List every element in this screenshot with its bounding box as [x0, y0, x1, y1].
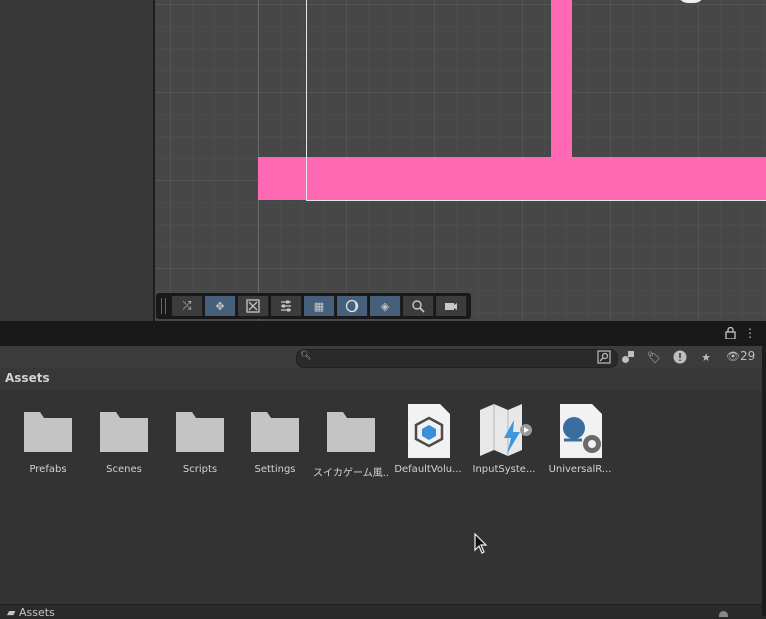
sliders-icon — [281, 300, 291, 312]
search-icon — [412, 300, 425, 313]
asset-item[interactable]: Scenes — [86, 402, 162, 482]
search-icon: 🔍︎ — [300, 351, 312, 361]
shapes-icon — [622, 351, 634, 363]
shuffle-button[interactable]: ⤮ — [172, 296, 203, 316]
scene-overlay-toolbar: ⤮ ✥ ▦ ◈ — [156, 293, 471, 319]
move-tool-button[interactable]: ✥ — [205, 296, 236, 316]
favorites-button[interactable]: ★ — [698, 349, 714, 365]
camera-icon — [445, 303, 457, 310]
filter-by-issue-button[interactable] — [672, 349, 688, 365]
lock-icon[interactable] — [725, 326, 738, 340]
moon-button[interactable] — [337, 296, 368, 316]
folder-icon — [24, 412, 72, 452]
selection-line — [306, 0, 307, 201]
hierarchy-panel — [0, 0, 153, 321]
kebab-menu-icon[interactable]: ⋮ — [744, 326, 756, 340]
breadcrumb — [0, 368, 762, 391]
breadcrumb-assets[interactable]: Assets — [5, 371, 50, 385]
asset-label: DefaultVolu... — [394, 464, 462, 475]
visible-count[interactable]: 👁︎29 — [726, 349, 755, 363]
selection-line-bottom — [306, 200, 766, 201]
asset-label: Scenes — [106, 464, 142, 475]
tag-icon: 🏷︎ — [647, 350, 661, 364]
asset-item[interactable]: Prefabs — [10, 402, 86, 482]
grid-snap-button[interactable]: ▦ — [304, 296, 335, 316]
render-pipeline-icon — [560, 404, 602, 458]
asset-label: Scripts — [182, 464, 218, 475]
scale-icon — [246, 299, 260, 313]
warning-circle-icon — [673, 350, 687, 364]
asset-item[interactable]: Settings — [237, 402, 313, 482]
search-scope-button[interactable] — [597, 349, 612, 364]
asset-label: スイカゲーム風... — [313, 468, 389, 479]
search-input[interactable] — [296, 349, 618, 368]
move-icon: ✥ — [215, 299, 225, 313]
eye-icon: 👁︎ — [726, 350, 740, 363]
mouse-cursor-icon — [474, 533, 488, 554]
asset-label: InputSyste... — [472, 464, 536, 475]
sliders-button[interactable] — [271, 296, 302, 316]
pink-bar-vertical[interactable] — [551, 0, 572, 160]
path-bar — [0, 604, 762, 617]
filter-by-label-button[interactable]: 🏷︎ — [646, 349, 662, 365]
asset-label: Prefabs — [29, 464, 67, 475]
input-actions-icon — [480, 404, 532, 456]
asset-item[interactable]: スイカゲーム風... — [313, 402, 389, 482]
volume-profile-icon — [408, 404, 450, 458]
bottom-path-label: Assets — [18, 606, 55, 619]
visible-count-value: 29 — [739, 349, 756, 363]
folder-icon — [327, 412, 375, 452]
asset-item[interactable]: UniversalR... — [542, 402, 618, 482]
asset-item[interactable]: Scripts — [162, 402, 238, 482]
pink-bar-horizontal[interactable] — [258, 157, 766, 200]
bottom-path: ▰ Assets — [7, 606, 55, 619]
star-icon: ★ — [701, 350, 711, 364]
asset-item[interactable]: DefaultVolu... — [390, 402, 466, 482]
folder-icon — [100, 412, 148, 452]
scale-tool-button[interactable] — [238, 296, 269, 316]
shuffle-icon: ⤮ — [182, 299, 192, 312]
asset-item[interactable]: InputSyste... — [466, 402, 542, 482]
scrollbar[interactable] — [762, 346, 766, 616]
grid-snap-icon: ▦ — [313, 299, 325, 313]
asset-label: UniversalR... — [548, 464, 612, 475]
folder-icon — [176, 412, 224, 452]
project-window-tabbar — [0, 321, 766, 346]
filter-by-type-button[interactable] — [620, 349, 636, 365]
slider-thumb[interactable] — [719, 611, 728, 617]
search-scope-icon — [597, 350, 611, 364]
zoom-button[interactable] — [403, 296, 434, 316]
toolbar-grip-handle[interactable] — [161, 298, 166, 314]
gizmo-circle[interactable] — [677, 0, 705, 3]
scene-view[interactable] — [155, 0, 766, 321]
layers-button[interactable]: ◈ — [370, 296, 401, 316]
moon-icon — [345, 299, 359, 313]
folder-icon: ▰ — [7, 606, 16, 619]
camera-button[interactable] — [436, 296, 467, 316]
asset-label: Settings — [254, 464, 296, 475]
layers-icon: ◈ — [380, 299, 390, 313]
folder-icon — [251, 412, 299, 452]
